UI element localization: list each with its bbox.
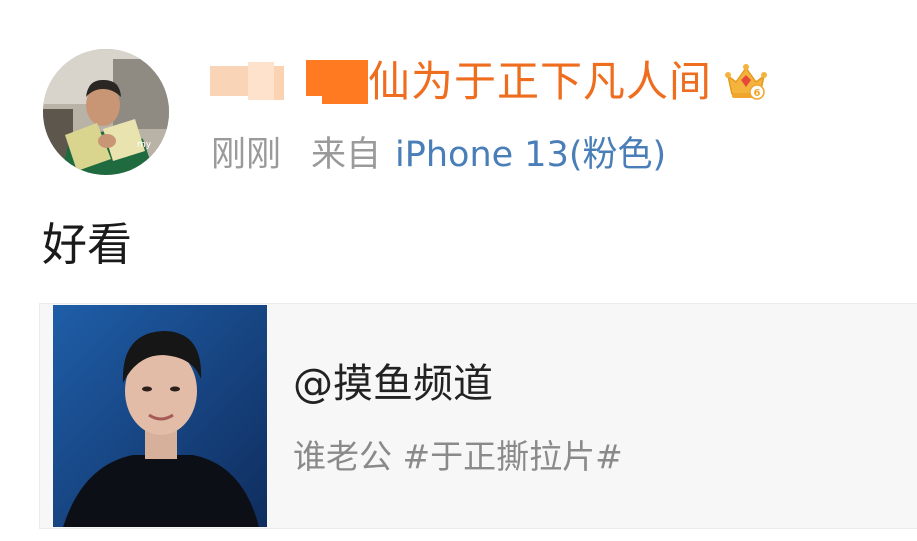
user-avatar[interactable]: my (43, 49, 169, 175)
username-row: 仙为于正下凡人间 6 (210, 52, 768, 112)
svg-text:my: my (137, 140, 152, 150)
quoted-author[interactable]: @摸鱼频道 (293, 356, 493, 412)
quoted-post-card[interactable]: @摸鱼频道 谁老公 #于正撕拉片# (39, 303, 917, 529)
quoted-text: 谁老公 #于正撕拉片# (293, 437, 623, 476)
avatar-image: my (43, 49, 169, 175)
username[interactable]: 仙为于正下凡人间 (368, 52, 712, 112)
quoted-post-thumbnail[interactable] (53, 305, 267, 527)
svg-text:6: 6 (754, 88, 761, 99)
post-time: 刚刚 (211, 134, 282, 175)
post-text: 好看 (42, 218, 133, 271)
source-label: 来自 (311, 134, 382, 175)
redaction-mosaic (210, 52, 368, 112)
weibo-post: my 仙为于正下凡人间 6 刚刚 来自 iPhone 13(粉色) 好看 @摸鱼… (0, 0, 917, 541)
thumbnail-image (53, 305, 267, 527)
post-meta: 刚刚 来自 iPhone 13(粉色) (211, 125, 666, 177)
source-device-link[interactable]: iPhone 13(粉色) (395, 126, 666, 177)
crown-vip-icon[interactable]: 6 (724, 62, 768, 102)
